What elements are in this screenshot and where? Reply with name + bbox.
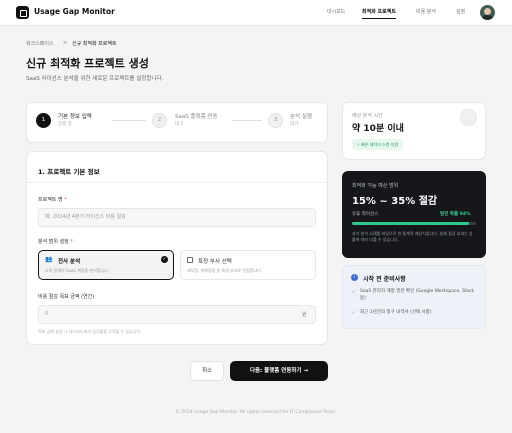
check-circle-icon: ✓ xyxy=(352,290,356,295)
currency-unit: 원 xyxy=(302,312,307,318)
step-2-number: 2 xyxy=(152,113,167,128)
step-1-status: 진행 중 xyxy=(58,122,72,127)
estimate-value: 15% ~ 35% 절감 xyxy=(352,196,438,207)
target-amount-label: 비용 절감 목표 금액 (연간) xyxy=(38,294,95,300)
nav-optimization-projects[interactable]: 최적화 프로젝트 xyxy=(362,8,396,19)
nav-dashboard[interactable]: 대시보드 xyxy=(327,8,345,15)
breadcrumb-current: 신규 최적화 프로젝트 xyxy=(72,41,117,47)
users-icon: 👥 xyxy=(45,256,53,263)
info-icon: i xyxy=(351,274,358,281)
page-subtitle: SaaS 라이선스 분석을 위한 새로운 프로젝트를 설정합니다. xyxy=(26,76,164,82)
cancel-button[interactable]: 취소 xyxy=(190,361,224,381)
scope-option-department[interactable] xyxy=(180,250,316,280)
estimated-time-value: 약 10분 이내 xyxy=(352,124,404,134)
estimate-label: 최적화 가능 예상 범위 xyxy=(352,183,399,189)
scope-option-desc: 조직 전체의 SaaS 계정을 분석합니다. xyxy=(45,268,110,273)
scope-option-title: 전사 분석 xyxy=(58,259,81,265)
next-button[interactable]: 다음: 플랫폼 연동하기 → xyxy=(230,361,328,381)
checklist-item: 최근 1년간의 청구 내역서 (선택 사항) xyxy=(360,310,432,315)
step-3-number: 3 xyxy=(268,113,283,128)
step-connector xyxy=(112,120,146,121)
form-section-title: 1. 프로젝트 기본 정보 xyxy=(38,168,100,176)
estimate-description: 과거 분석 사례를 바탕으로 한 통계적 예상치입니다. 실제 절감 효과는 상… xyxy=(352,231,473,242)
nav-cost-analysis[interactable]: 비용 분석 xyxy=(416,8,436,15)
breadcrumb-workspace[interactable]: 워크스페이스 xyxy=(26,40,54,47)
user-avatar[interactable] xyxy=(480,5,495,20)
check-circle-icon: ✓ xyxy=(352,311,356,316)
section-divider xyxy=(27,182,327,183)
step-1-number: 1 xyxy=(36,113,51,128)
target-amount-input[interactable]: 0 xyxy=(38,305,316,324)
app-title: Usage Gap Monitor xyxy=(34,7,115,16)
fast-scan-badge: ⚡ 빠른 데이터 스캔 지원 xyxy=(352,139,404,150)
estimated-time-label: 예상 분석 시간 xyxy=(352,113,383,119)
step-3-title: 분석 실행 xyxy=(290,114,312,120)
top-navigation-bar: Usage Gap Monitor 대시보드 최적화 프로젝트 비용 분석 설정 xyxy=(0,0,512,26)
arrow-right-icon: → xyxy=(303,368,309,374)
target-amount-hint: 목표 금액 설정 시 대시보드에서 달성률을 추적할 수 있습니다. xyxy=(38,329,142,334)
building-icon xyxy=(187,257,193,263)
discovery-probability: 발견 확률 94% xyxy=(440,212,471,217)
page-title: 신규 최적화 프로젝트 생성 xyxy=(26,57,149,70)
breadcrumb-separator: > xyxy=(63,40,68,46)
idle-license-label: 유휴 라이선스 xyxy=(352,212,379,217)
scope-option-desc: 재무팀, 마케팅팀 등 특정 부서로 한정합니다. xyxy=(187,268,263,273)
timer-icon xyxy=(460,109,477,126)
project-name-label: 프로젝트 명 * xyxy=(38,197,67,203)
checklist-title: 시작 전 준비사항 xyxy=(363,276,406,283)
scope-label: 분석 범위 설정 * xyxy=(38,239,73,245)
app-logo-icon xyxy=(16,6,29,19)
step-2-status: 대기 xyxy=(175,122,184,127)
estimate-progress-fill xyxy=(352,222,469,225)
check-icon: ✓ xyxy=(161,256,168,263)
step-1-title: 기본 정보 입력 xyxy=(58,114,92,120)
step-3-status: 대기 xyxy=(290,122,299,127)
step-connector xyxy=(232,120,262,121)
nav-settings[interactable]: 설정 xyxy=(456,8,465,15)
step-2-title: SaaS 플랫폼 연동 xyxy=(175,114,218,120)
footer-copyright: © 2024 Usage Gap Monitor. All rights res… xyxy=(175,410,337,415)
estimate-progress-track xyxy=(352,222,476,225)
project-name-input[interactable]: 예: 2024년 4분기 라이선스 비용 절감 xyxy=(38,208,316,227)
scope-option-company-wide[interactable] xyxy=(38,250,174,280)
checklist-item: SaaS 관리자 계정 권한 확인 (Google Workspace, Sla… xyxy=(360,289,475,301)
scope-option-title: 특정 부서 선택 xyxy=(198,259,232,265)
